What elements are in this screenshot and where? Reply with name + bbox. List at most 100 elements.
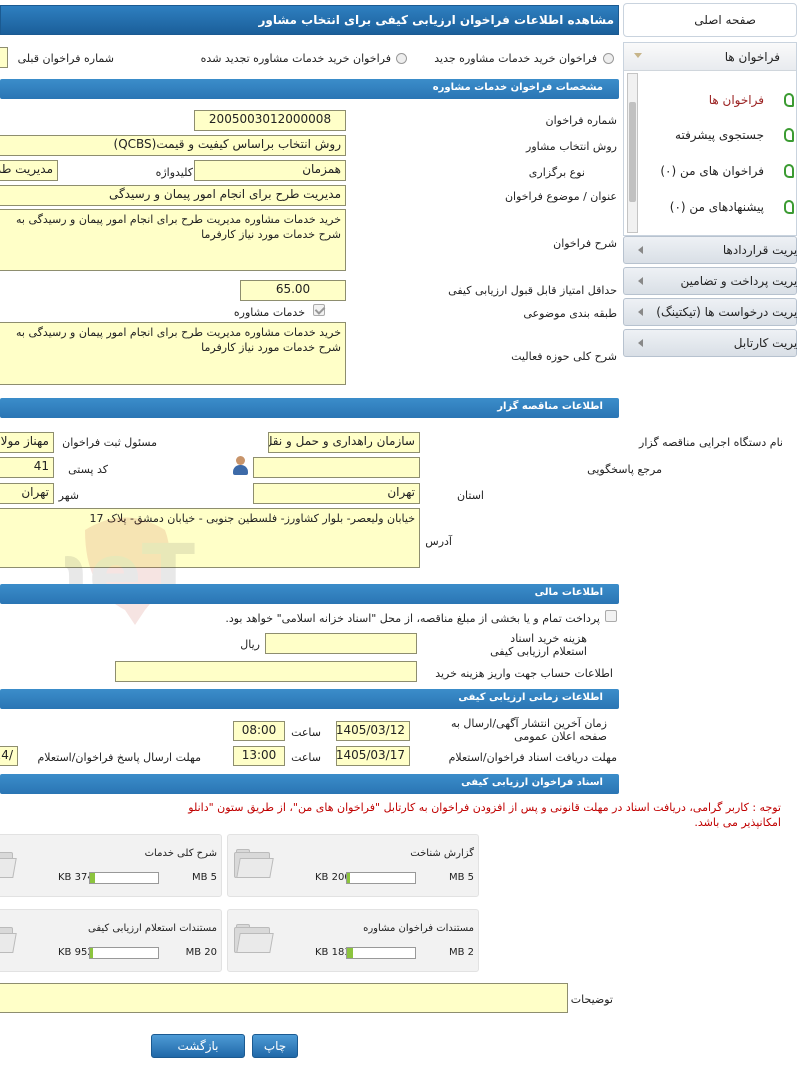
registrar-field[interactable]: مهناز مولا — [0, 432, 54, 453]
section-finance-header: اطلاعات مالی — [0, 584, 619, 604]
doc-progress — [346, 872, 416, 884]
sidebar-item-label: جستجوی پیشرفته — [675, 128, 764, 142]
receive-label: مهلت دریافت اسناد فراخوان/استعلام — [448, 751, 617, 764]
sidebar-button-label: مدیریت کارتابل — [733, 336, 797, 350]
radio-new[interactable] — [603, 53, 614, 64]
doc-item[interactable]: مستندات فراخوان مشاوره 183 KB 2 MB — [227, 909, 479, 972]
keyword-field[interactable]: مدیریت طرح — [0, 160, 58, 181]
city-field[interactable]: تهران — [0, 483, 54, 504]
currency-label: ریال — [240, 638, 260, 651]
sidebar-payments[interactable]: مدیریت پرداخت و تضامین — [623, 267, 797, 295]
download-note: توجه : کاربر گرامی، دریافت اسناد در مهلت… — [188, 801, 781, 829]
registrar-label: مسئول ثبت فراخوان — [62, 436, 157, 449]
section-title: اطلاعات زمانی ارزیابی کیفی — [458, 692, 603, 703]
receive-time-field[interactable]: 13:00 — [233, 746, 285, 766]
type-field[interactable]: همزمان — [194, 160, 346, 181]
sidebar-button-label: مدیریت پرداخت و تضامین — [680, 274, 797, 288]
sidebar-group-header[interactable]: فراخوان ها — [624, 43, 796, 71]
section-title: مشخصات فراخوان خدمات مشاوره — [432, 82, 603, 93]
sidebar-item-advanced-search[interactable]: جستجوی پیشرفته — [624, 126, 796, 146]
account-field[interactable] — [115, 661, 417, 682]
desc-label: شرح فراخوان — [553, 237, 617, 250]
doc-max: 20 MB — [185, 947, 217, 958]
back-button[interactable]: بازگشت — [151, 1034, 245, 1058]
sidebar-button-label: مدیریت درخواست ها (تیکتینگ) — [656, 305, 797, 319]
doc-progress — [89, 872, 159, 884]
desc-field[interactable]: خرید خدمات مشاوره مدیریت طرح برای انجام … — [0, 209, 346, 271]
doc-max: 5 MB — [191, 872, 217, 883]
number-field[interactable]: 2005003012000008 — [194, 110, 346, 131]
ref-field[interactable] — [253, 457, 420, 478]
sidebar-item-my-offers[interactable]: پیشنهادهای من (۰) — [624, 198, 796, 218]
chevron-left-icon — [638, 277, 643, 285]
remarks-label: توضیحات — [570, 993, 613, 1006]
section-timing-header: اطلاعات زمانی ارزیابی کیفی — [0, 689, 619, 709]
receive-date-field[interactable]: 1405/03/17 — [336, 746, 410, 766]
leaf-icon — [784, 164, 794, 178]
doc-item[interactable]: گزارش شناخت 200 KB 5 MB — [227, 834, 479, 897]
publish-date-field[interactable]: 1405/03/12 — [336, 721, 410, 741]
reply-date-field[interactable]: /24 — [0, 746, 18, 766]
folder-icon — [234, 849, 274, 879]
chevron-left-icon — [638, 339, 643, 347]
sidebar-item-tenders[interactable]: فراخوان ها — [624, 91, 796, 111]
home-link[interactable]: صفحه اصلی — [623, 3, 797, 37]
radio-new-label: فراخوان خرید خدمات مشاوره جدید — [434, 52, 597, 65]
scope-field[interactable]: خرید خدمات مشاوره مدیریت طرح برای انجام … — [0, 322, 346, 385]
receive-time-label: ساعت — [291, 751, 321, 764]
subject-label: عنوان / موضوع فراخوان — [504, 190, 617, 203]
postal-label: کد پستی — [68, 463, 108, 476]
section-title: اطلاعات مالی — [534, 587, 603, 598]
treasury-checkbox[interactable] — [605, 610, 617, 622]
address-field[interactable]: خیابان ولیعصر- بلوار کشاورز- فلسطین جنوب… — [0, 508, 420, 568]
prev-number-field[interactable] — [0, 47, 8, 68]
min-score-field[interactable]: 65.00 — [240, 280, 346, 301]
sidebar-item-my-tenders[interactable]: فراخوان های من (۰) — [624, 162, 796, 182]
category-label: طبقه بندی موضوعی — [523, 307, 617, 320]
leaf-icon — [784, 93, 794, 107]
section-org-header: اطلاعات مناقصه گزار — [0, 398, 619, 418]
province-field[interactable]: تهران — [253, 483, 420, 504]
doc-item[interactable]: شرح کلی خدمات 374 KB 5 MB — [0, 834, 222, 897]
sidebar-button-label: مدیریت قراردادها — [722, 243, 797, 257]
sidebar-contracts[interactable]: مدیریت قراردادها — [623, 236, 797, 264]
fee-field[interactable] — [265, 633, 417, 654]
remarks-field[interactable] — [0, 983, 568, 1013]
leaf-icon — [784, 200, 794, 214]
subject-field[interactable]: مدیریت طرح برای انجام امور پیمان و رسیدگ… — [0, 185, 346, 206]
doc-max: 5 MB — [448, 872, 474, 883]
section-docs-header: اسناد فراخوان ارزیابی کیفی — [0, 774, 619, 794]
postal-field[interactable]: 41 — [0, 457, 54, 478]
section-title: اسناد فراخوان ارزیابی کیفی — [461, 777, 603, 788]
method-field[interactable]: روش انتخاب براساس کیفیت و قیمت(QCBS) — [0, 135, 346, 156]
keyword-label: کلیدواژه — [155, 166, 193, 179]
scope-label: شرح کلی حوزه فعالیت — [511, 350, 617, 363]
address-label: آدرس — [425, 535, 452, 548]
category-checkbox[interactable] — [313, 304, 325, 316]
print-button[interactable]: چاپ — [252, 1034, 298, 1058]
sidebar-cartable[interactable]: مدیریت کارتابل — [623, 329, 797, 357]
publish-time-field[interactable]: 08:00 — [233, 721, 285, 741]
publish-time-label: ساعت — [291, 726, 321, 739]
radio-renew-label: فراخوان خرید خدمات مشاوره تجدید شده — [200, 52, 391, 65]
prev-number-label: شماره فراخوان قبلی — [17, 52, 114, 65]
section-consult-header: مشخصات فراخوان خدمات مشاوره — [0, 79, 619, 99]
doc-name: شرح کلی خدمات — [144, 848, 217, 859]
page-title: مشاهده اطلاعات فراخوان ارزیابی کیفی برای… — [258, 13, 614, 27]
reply-label: مهلت ارسال پاسخ فراخوان/استعلام — [37, 751, 201, 764]
page: صفحه اصلی فراخوان ها فراخوان ها جستجوی پ… — [0, 0, 797, 1081]
doc-item[interactable]: مستندات استعلام ارزیابی کیفی 952 KB 20 M… — [0, 909, 222, 972]
user-icon[interactable] — [231, 456, 249, 476]
page-title-bar: مشاهده اطلاعات فراخوان ارزیابی کیفی برای… — [0, 5, 619, 35]
method-label: روش انتخاب مشاور — [526, 140, 617, 153]
radio-renew[interactable] — [396, 53, 407, 64]
leaf-icon — [784, 128, 794, 142]
publish-label: زمان آخرین انتشار آگهی/ارسال به صفحه اعل… — [450, 717, 607, 743]
sidebar-item-label: فراخوان های من (۰) — [660, 164, 764, 178]
type-label: نوع برگزاری — [528, 166, 585, 179]
org-name-label: نام دستگاه اجرایی مناقصه گزار — [639, 436, 783, 449]
sidebar-tickets[interactable]: مدیریت درخواست ها (تیکتینگ) — [623, 298, 797, 326]
org-name-field[interactable]: سازمان راهداری و حمل و نقل — [268, 432, 420, 453]
scrollbar-thumb[interactable] — [629, 102, 636, 202]
chevron-left-icon — [638, 308, 643, 316]
